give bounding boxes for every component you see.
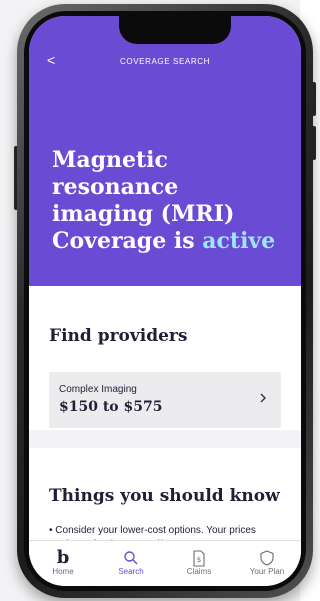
tab-your-plan[interactable]: Your Plan — [241, 549, 293, 576]
things-to-know-heading: Things you should know — [49, 486, 280, 506]
headline-line-3: Coverage is active — [52, 228, 297, 255]
coverage-status-prefix: Coverage is — [52, 228, 195, 254]
phone-frame: < COVERAGE SEARCH Magnetic resonance ima… — [17, 4, 313, 598]
provider-price-range: $150 to $575 — [59, 399, 163, 415]
shield-icon — [260, 549, 274, 567]
phone-screen: < COVERAGE SEARCH Magnetic resonance ima… — [29, 16, 301, 586]
tab-your-plan-label: Your Plan — [249, 567, 285, 576]
provider-name: Complex Imaging — [59, 384, 137, 395]
svg-text:$: $ — [197, 556, 201, 564]
tab-search[interactable]: Search — [105, 549, 157, 576]
tab-home-label: Home — [52, 567, 74, 576]
tab-claims[interactable]: $ Claims — [173, 549, 225, 576]
find-providers-heading: Find providers — [49, 326, 188, 346]
tab-claims-label: Claims — [186, 567, 212, 576]
hero-banner: < COVERAGE SEARCH Magnetic resonance ima… — [29, 16, 301, 286]
coverage-headline: Magnetic resonance imaging (MRI) Coverag… — [52, 147, 297, 255]
tab-search-label: Search — [118, 567, 144, 576]
headline-line-2: imaging (MRI) — [52, 201, 235, 227]
headline-line-1: Magnetic resonance — [52, 147, 179, 200]
tab-home[interactable]: b Home — [37, 547, 89, 577]
page-title: COVERAGE SEARCH — [120, 57, 210, 66]
receipt-dollar-icon: $ — [192, 549, 206, 567]
search-icon — [123, 549, 139, 567]
chevron-right-icon — [259, 391, 267, 407]
logo-b-icon: b — [56, 547, 70, 568]
notch — [119, 16, 231, 44]
provider-item[interactable]: Complex Imaging $150 to $575 — [49, 372, 281, 428]
find-providers-card: Find providers Complex Imaging $150 to $… — [29, 286, 301, 430]
coverage-status-word: active — [202, 228, 276, 254]
bottom-tab-bar: b Home Search $ Claims Your Plan — [29, 540, 301, 586]
